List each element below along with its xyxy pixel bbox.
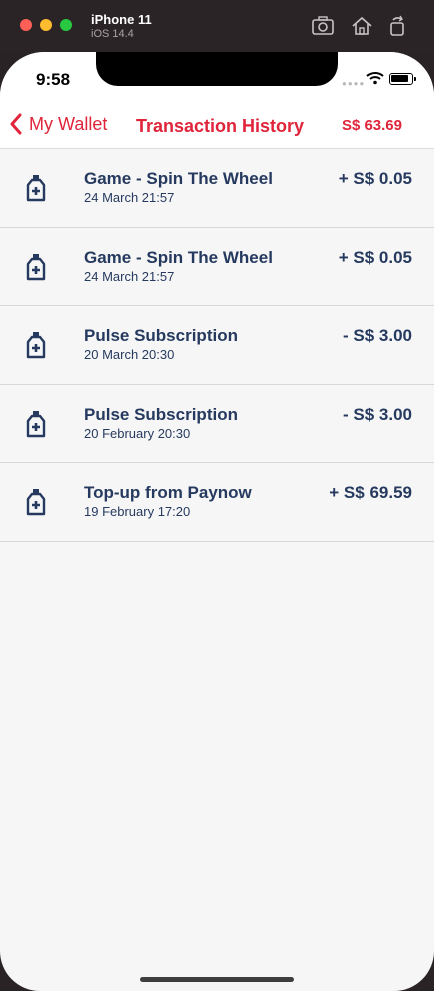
- zoom-window-button[interactable]: [60, 19, 72, 31]
- screenshot-icon[interactable]: [311, 14, 335, 38]
- medicine-bottle-icon: [26, 489, 46, 516]
- home-indicator[interactable]: [140, 977, 294, 982]
- transaction-date: 24 March 21:57: [84, 190, 175, 205]
- chevron-left-icon: [10, 113, 22, 135]
- battery-icon: [389, 73, 416, 85]
- transaction-amount: - S$ 3.00: [343, 326, 412, 346]
- notch: [96, 52, 338, 86]
- transaction-row[interactable]: Game - Spin The Wheel 24 March 21:57 + S…: [0, 227, 434, 307]
- medicine-bottle-icon: [26, 332, 46, 359]
- home-icon[interactable]: [350, 14, 374, 38]
- transaction-title: Game - Spin The Wheel: [84, 247, 273, 267]
- transaction-list: Game - Spin The Wheel 24 March 21:57 + S…: [0, 149, 434, 542]
- transaction-amount: - S$ 3.00: [343, 404, 412, 424]
- simulator-toolbar: iPhone 11 iOS 14.4: [0, 0, 434, 52]
- simulator-device-name: iPhone 11: [91, 12, 152, 27]
- phone-screen: 9:58 ●●●● My Wallet Transaction History …: [0, 52, 434, 991]
- transaction-amount: + S$ 69.59: [329, 483, 412, 503]
- page-title: Transaction History: [136, 116, 305, 136]
- transaction-title: Pulse Subscription: [84, 326, 238, 346]
- medicine-bottle-icon: [26, 175, 46, 202]
- transaction-date: 24 March 21:57: [84, 268, 175, 284]
- transaction-amount: + S$ 0.05: [338, 169, 412, 188]
- simulator-os-version: iOS 14.4: [91, 28, 134, 40]
- cellular-signal-icon: ●●●●: [342, 79, 366, 88]
- back-button[interactable]: My Wallet: [9, 113, 107, 135]
- transaction-title: Top-up from Paynow: [84, 483, 252, 503]
- transaction-row[interactable]: Game - Spin The Wheel 24 March 21:57 + S…: [0, 149, 434, 228]
- transaction-title: Game - Spin The Wheel: [84, 169, 273, 188]
- transaction-amount: + S$ 0.05: [338, 247, 412, 267]
- transaction-date: 20 February 20:30: [84, 425, 191, 441]
- transaction-row[interactable]: Top-up from Paynow 19 February 17:20 + S…: [0, 463, 434, 542]
- minimize-window-button[interactable]: [40, 19, 52, 31]
- medicine-bottle-icon: [26, 253, 46, 280]
- status-time: 9:58: [36, 70, 71, 89]
- transaction-title: Pulse Subscription: [84, 404, 238, 424]
- wifi-icon: [366, 72, 384, 85]
- close-window-button[interactable]: [20, 19, 32, 31]
- transaction-row[interactable]: Pulse Subscription 20 February 20:30 - S…: [0, 384, 434, 464]
- transaction-date: 19 February 17:20: [84, 504, 191, 520]
- transaction-row[interactable]: Pulse Subscription 20 March 20:30 - S$ 3…: [0, 306, 434, 385]
- rotate-icon[interactable]: [385, 14, 409, 38]
- wallet-balance: S$ 63.69: [341, 117, 402, 134]
- transaction-date: 20 March 20:30: [84, 347, 175, 363]
- navigation-bar: My Wallet Transaction History S$ 63.69: [0, 104, 434, 149]
- back-button-label: My Wallet: [29, 113, 108, 134]
- medicine-bottle-icon: [26, 410, 46, 437]
